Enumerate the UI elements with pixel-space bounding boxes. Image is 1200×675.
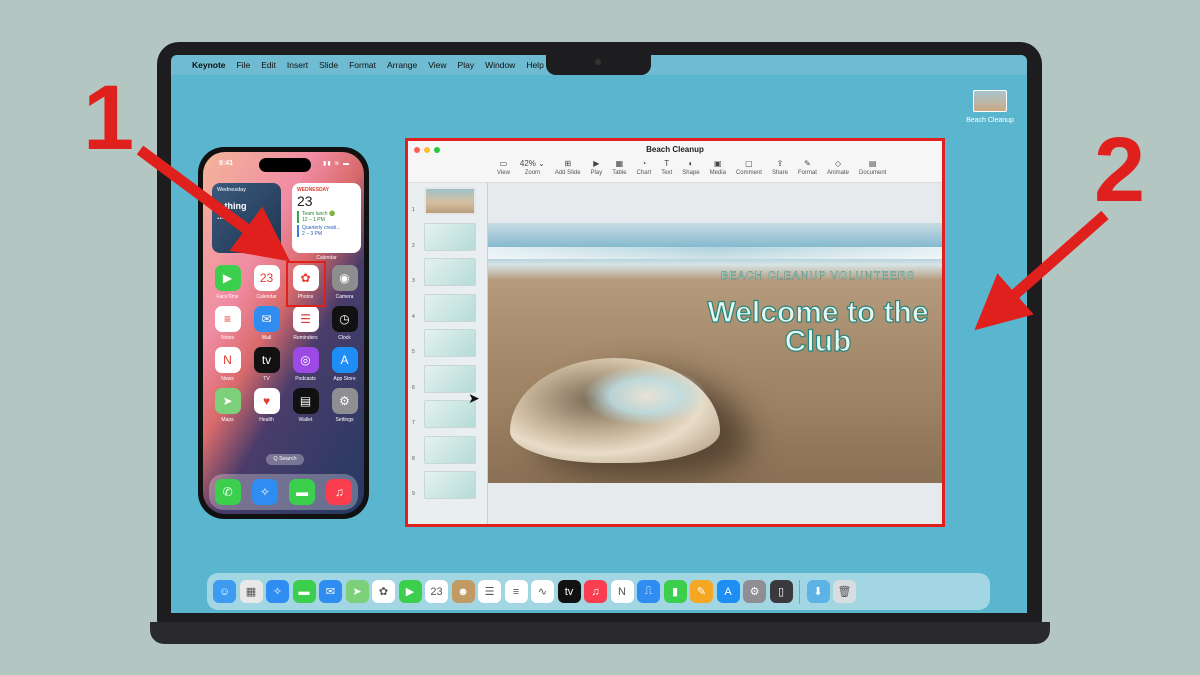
arrow-to-photos <box>136 145 291 262</box>
camera-notch <box>546 53 651 75</box>
annotation-arrows <box>136 145 1109 331</box>
arrow-to-keynote <box>974 210 1109 331</box>
